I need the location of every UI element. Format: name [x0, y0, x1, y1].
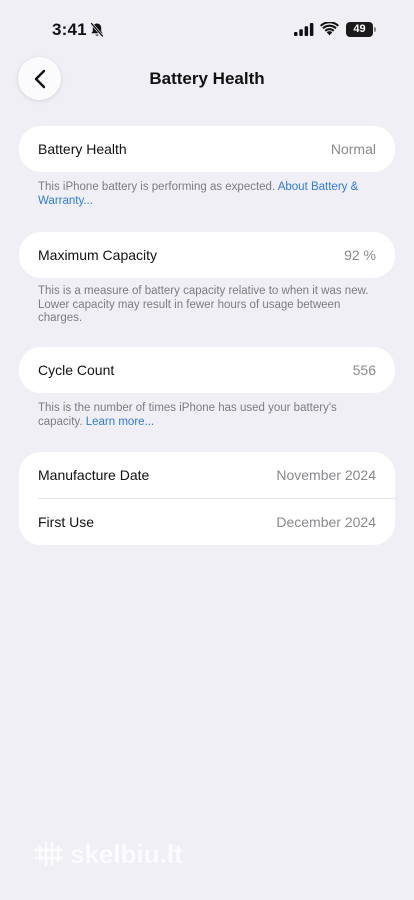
- battery-health-footnote: This iPhone battery is performing as exp…: [38, 181, 383, 208]
- manufacture-date-row: Manufacture Date November 2024: [19, 452, 395, 498]
- first-use-value: December 2024: [276, 514, 376, 530]
- page-title: Battery Health: [149, 69, 265, 88]
- cycle-count-label: Cycle Count: [38, 362, 115, 378]
- first-use-label: First Use: [38, 514, 94, 530]
- battery-health-value: Normal: [330, 141, 376, 157]
- wifi-icon: [320, 22, 339, 36]
- manufacture-date-value: November 2024: [276, 467, 376, 483]
- battery-icon: 49: [346, 22, 376, 37]
- battery-health-screen: 3:41 49 Battery Health Battery Health No…: [0, 0, 414, 900]
- maximum-capacity-label: Maximum Capacity: [38, 247, 158, 263]
- maximum-capacity-footnote: This is a measure of battery capacity re…: [38, 285, 369, 324]
- manufacture-date-label: Manufacture Date: [38, 467, 150, 483]
- learn-more-link[interactable]: Learn more...: [86, 416, 154, 428]
- battery-health-row: Battery Health Normal: [19, 126, 395, 172]
- maximum-capacity-card: Maximum Capacity 92 %: [19, 232, 395, 278]
- cycle-count-row: Cycle Count 556: [19, 347, 395, 393]
- watermark-text: skelbiu.lt: [70, 838, 183, 869]
- battery-percent: 49: [346, 22, 373, 37]
- battery-health-label: Battery Health: [38, 141, 127, 157]
- watermark-logo-icon: [34, 841, 64, 867]
- signal-icon: [294, 23, 314, 36]
- battery-health-footnote-text: This iPhone battery is performing as exp…: [38, 181, 278, 193]
- bell-slash-icon: [90, 22, 104, 38]
- battery-cap: [374, 27, 376, 32]
- cycle-count-footnote-text: This is the number of times iPhone has u…: [38, 402, 337, 428]
- battery-health-card: Battery Health Normal: [19, 126, 395, 172]
- watermark: skelbiu.lt: [34, 838, 234, 870]
- dates-card: Manufacture Date November 2024 First Use…: [19, 452, 395, 545]
- maximum-capacity-value: 92 %: [344, 247, 376, 263]
- status-time: 3:41: [52, 20, 87, 39]
- status-bar: 3:41 49: [0, 0, 414, 60]
- first-use-row: First Use December 2024: [19, 499, 395, 545]
- cycle-count-value: 556: [352, 362, 376, 378]
- maximum-capacity-row: Maximum Capacity 92 %: [19, 232, 395, 278]
- cycle-count-footnote: This is the number of times iPhone has u…: [38, 402, 383, 429]
- cycle-count-card: Cycle Count 556: [19, 347, 395, 393]
